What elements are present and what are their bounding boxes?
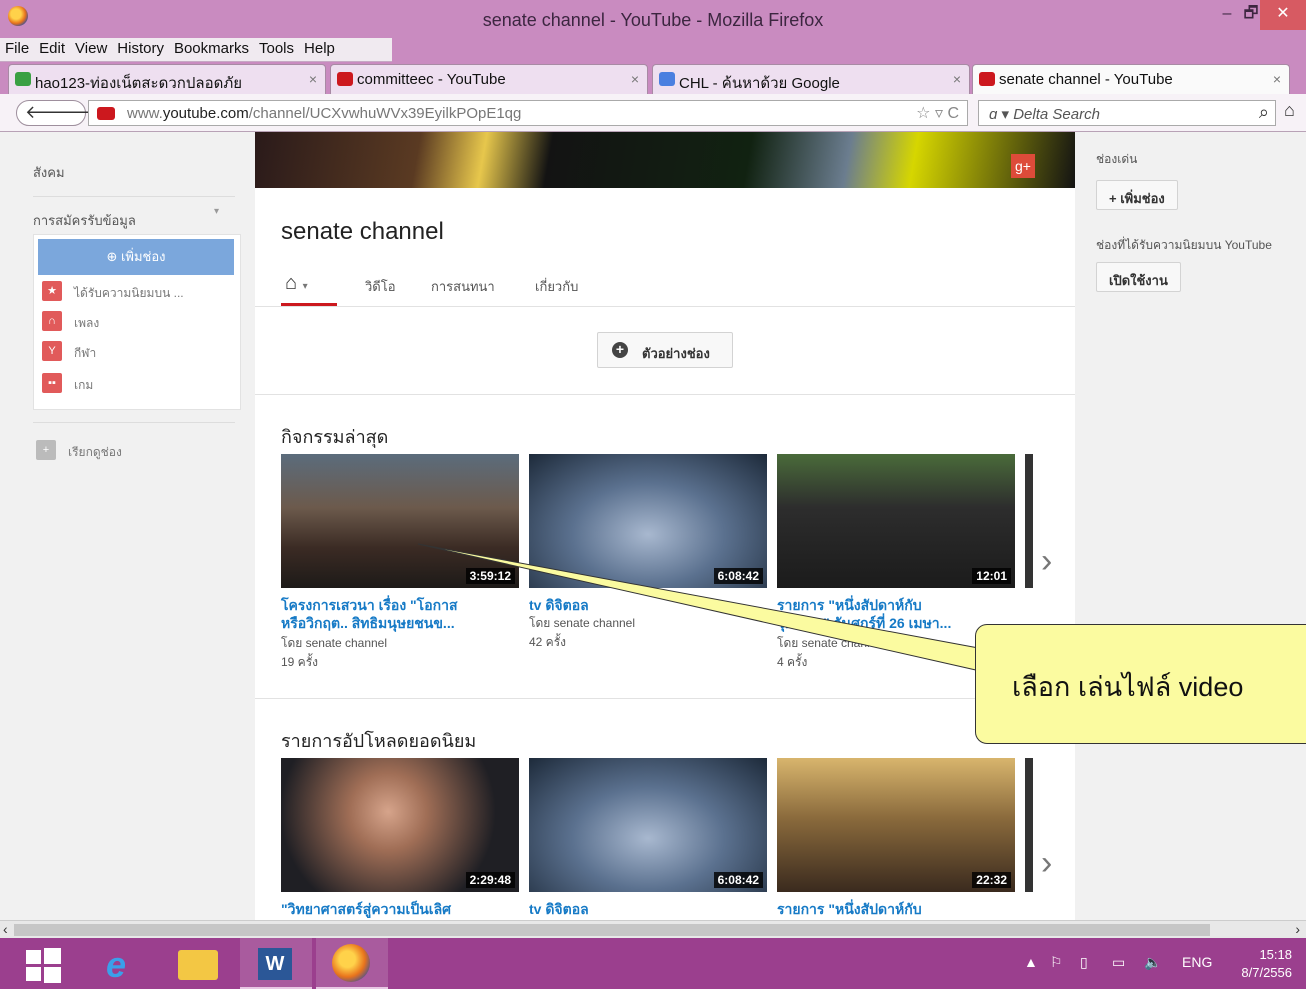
- callout-text: เลือก เล่นไฟล์ video: [1012, 672, 1244, 702]
- start-button[interactable]: [8, 938, 80, 989]
- scroll-left-icon[interactable]: ‹: [3, 921, 8, 937]
- firefox-logo-icon: [332, 944, 370, 982]
- language-indicator[interactable]: ENG: [1182, 954, 1212, 970]
- clock-date: 8/7/2556: [1241, 965, 1292, 980]
- show-hidden-icons-icon[interactable]: ▲: [1024, 954, 1038, 970]
- windows-logo-icon: [26, 948, 61, 983]
- firefox-taskbar-icon[interactable]: [316, 938, 388, 989]
- callout-pointer-shape: [417, 543, 1022, 681]
- folder-icon: [178, 950, 218, 980]
- internet-explorer-taskbar-icon[interactable]: e: [88, 938, 160, 989]
- horizontal-scrollbar[interactable]: ‹ ›: [0, 920, 1306, 938]
- file-explorer-taskbar-icon[interactable]: [164, 938, 236, 989]
- network-icon[interactable]: ▭: [1112, 954, 1125, 971]
- callout-box: เลือก เล่นไฟล์ video: [975, 624, 1306, 744]
- scroll-right-icon[interactable]: ›: [1295, 921, 1300, 937]
- flag-icon[interactable]: ⚐: [1050, 954, 1063, 971]
- system-clock[interactable]: 15:18 8/7/2556: [1241, 946, 1292, 982]
- word-taskbar-icon[interactable]: W: [240, 938, 312, 989]
- scrollbar-thumb[interactable]: [14, 924, 1210, 936]
- clock-time: 15:18: [1259, 947, 1292, 962]
- word-logo-icon: W: [258, 948, 292, 980]
- volume-icon[interactable]: 🔈: [1144, 954, 1161, 971]
- power-icon[interactable]: ▯: [1080, 954, 1088, 971]
- windows-taskbar: e W ▲ ⚐ ▯ ▭ 🔈 ENG 15:18 8/7/2556: [0, 938, 1306, 989]
- callout-pointer: [417, 543, 1022, 681]
- ie-logo-icon: e: [106, 944, 127, 985]
